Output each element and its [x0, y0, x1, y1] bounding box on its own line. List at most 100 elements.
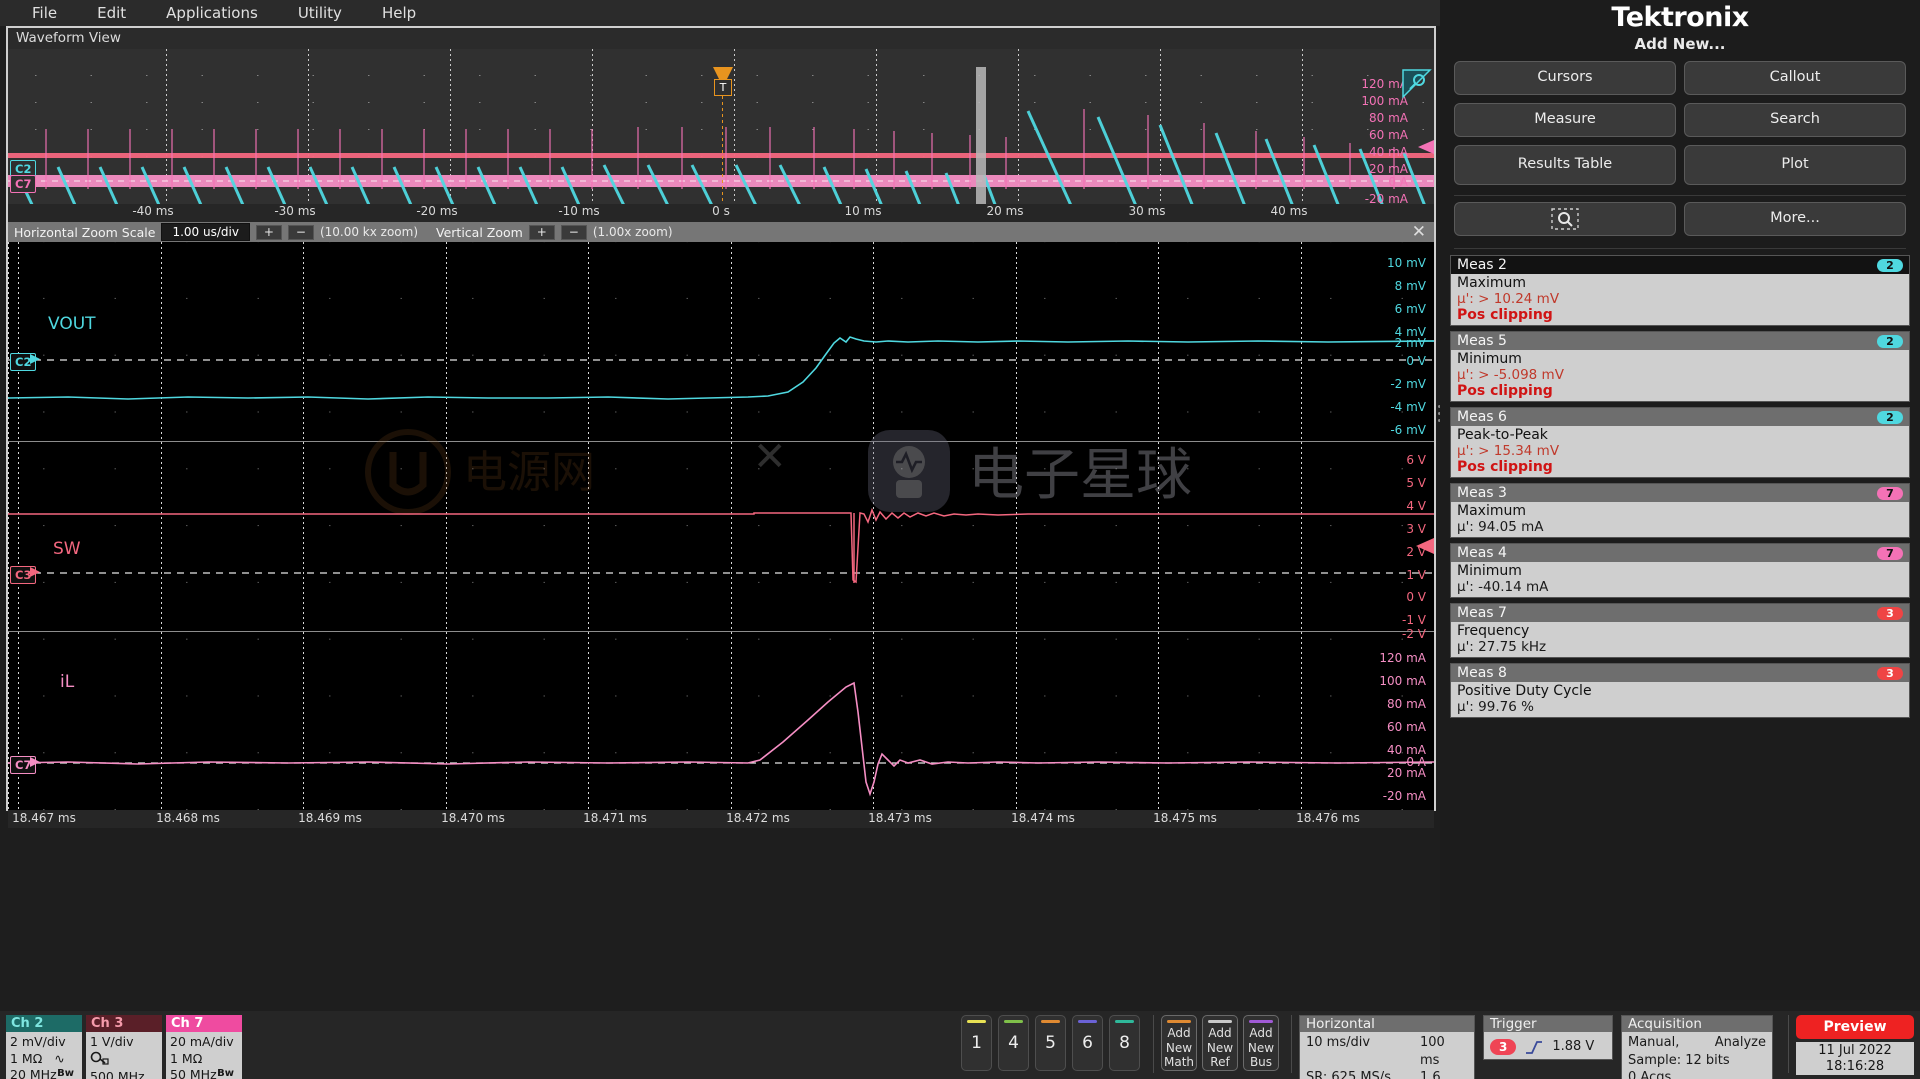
- measurement-header[interactable]: Meas 6 2: [1451, 408, 1909, 426]
- measurement-badge[interactable]: Meas 8 3 Positive Duty Cycle µ': 99.76 %: [1450, 663, 1910, 718]
- channel-button-6[interactable]: 6: [1072, 1015, 1103, 1071]
- measurement-header[interactable]: Meas 4 7: [1451, 544, 1909, 562]
- measurement-header[interactable]: Meas 7 3: [1451, 604, 1909, 622]
- channel-button-label: 8: [1119, 1033, 1130, 1053]
- oscilloscope-app: File Edit Applications Utility Help Wave…: [0, 0, 1920, 1079]
- close-zoom-icon[interactable]: ✕: [1412, 222, 1426, 242]
- il-scale-120ma: 120 mA: [1379, 651, 1426, 665]
- preview-button[interactable]: Preview: [1796, 1015, 1914, 1039]
- overview-scale-120ma: 120 mA: [1361, 77, 1408, 91]
- zoom-tick-label: 18.469 ms: [298, 811, 362, 825]
- measure-button[interactable]: Measure: [1454, 103, 1676, 137]
- vout-scale-neg6mv: -6 mV: [1390, 423, 1426, 437]
- channel-badge-ch3[interactable]: Ch 3 1 V/div 500 MHz: [86, 1015, 162, 1079]
- measurement-source-badge: 7: [1877, 486, 1903, 500]
- zoom-tick-label: 18.473 ms: [868, 811, 932, 825]
- trigger-panel[interactable]: Trigger 3 1.88 V: [1483, 1015, 1613, 1060]
- menu-item-help[interactable]: Help: [362, 2, 436, 24]
- overview-graticule[interactable]: T C2 C7 120 mA 100 mA 80 mA 60 mA 40 mA …: [8, 49, 1434, 204]
- sidebar-divider-2: [1454, 248, 1906, 249]
- zoom-graticule[interactable]: 电源网 ✕ 电子星球 VOUT SW iL C2 C3 C7 10 mV 8 m…: [8, 242, 1434, 810]
- channel-scale: 1 V/div: [90, 1034, 134, 1049]
- more-button[interactable]: More...: [1684, 202, 1906, 236]
- menu-item-applications[interactable]: Applications: [146, 2, 278, 24]
- measurement-header[interactable]: Meas 3 7: [1451, 484, 1909, 502]
- channel-scale: 20 mA/div: [170, 1034, 234, 1049]
- zoom-control-bar: Horizontal Zoom Scale 1.00 us/div + − (1…: [8, 222, 1434, 242]
- horizontal-zoom-scale-value[interactable]: 1.00 us/div: [161, 223, 250, 241]
- acquisition-panel[interactable]: Acquisition Manual, Analyze Sample: 12 b…: [1621, 1015, 1773, 1079]
- zoom-box-icon[interactable]: [1402, 69, 1432, 99]
- search-button[interactable]: Search: [1684, 103, 1906, 137]
- waveform-view-panel: Waveform View T C2 C7 120 mA 100 mA 80 m…: [6, 26, 1436, 828]
- vout-scale-0v: 0 V: [1406, 354, 1426, 368]
- zoom-select-icon-button[interactable]: [1454, 202, 1676, 236]
- channel-button-8[interactable]: 8: [1109, 1015, 1140, 1071]
- zoom-tick-label: 18.471 ms: [583, 811, 647, 825]
- trigger-body: 3 1.88 V: [1484, 1032, 1612, 1059]
- channel-badge-ch2[interactable]: Ch 2 2 mV/div 1 MΩ ∿ 20 MHz Bw: [6, 1015, 82, 1079]
- channel-bandwidth: 500 MHz: [90, 1069, 145, 1079]
- menu-item-edit[interactable]: Edit: [77, 2, 146, 24]
- vout-scale-neg4mv: -4 mV: [1390, 400, 1426, 414]
- measurement-badge[interactable]: Meas 3 7 Maximum µ': 94.05 mA: [1450, 483, 1910, 538]
- overview-marker-c7[interactable]: C7: [10, 175, 37, 193]
- channel-button-1[interactable]: 1: [961, 1015, 992, 1071]
- menu-item-utility[interactable]: Utility: [278, 2, 362, 24]
- horizontal-panel[interactable]: Horizontal 10 ms/div 100 ms SR: 625 MS/s 1…: [1299, 1015, 1475, 1079]
- overview-scale-0a: 0 A: [1388, 175, 1408, 189]
- measurement-header[interactable]: Meas 8 3: [1451, 664, 1909, 682]
- channel-color-bar: [1041, 1020, 1060, 1023]
- channel-badge-ch7[interactable]: Ch 7 20 mA/div 1 MΩ 50 MHz Bw: [166, 1015, 242, 1079]
- zoom-tick-label: 18.468 ms: [156, 811, 220, 825]
- measurement-source-badge: 3: [1877, 666, 1903, 680]
- zoom-tick-label: 18.475 ms: [1153, 811, 1217, 825]
- channel-button-5[interactable]: 5: [1035, 1015, 1066, 1071]
- zoom-region-indicator[interactable]: [976, 67, 986, 204]
- measurement-id: Meas 4: [1457, 545, 1507, 561]
- measurement-source-badge: 3: [1877, 606, 1903, 620]
- callout-button[interactable]: Callout: [1684, 61, 1906, 95]
- channel-color-bar: [967, 1020, 986, 1023]
- measurement-badge[interactable]: Meas 6 2 Peak-to-Peak µ': > 15.34 mV Pos…: [1450, 407, 1910, 478]
- sw-scale-4v: 4 V: [1406, 499, 1426, 513]
- measurement-badge-list: Meas 2 2 Maximum µ': > 10.24 mV Pos clip…: [1440, 255, 1920, 718]
- overview-scale-40ma: 40 mA: [1369, 145, 1408, 159]
- add-new-bus-button[interactable]: Add New Bus: [1243, 1015, 1279, 1071]
- trigger-marker-badge[interactable]: T: [714, 79, 732, 96]
- ac-coupling-icon: ∿: [54, 1050, 65, 1066]
- overview-tick-label: -30 ms: [274, 204, 316, 218]
- channel-button-4[interactable]: 4: [998, 1015, 1029, 1071]
- measurement-header[interactable]: Meas 2 2: [1451, 256, 1909, 274]
- add-new-math-button[interactable]: Add New Math: [1161, 1015, 1197, 1071]
- vertical-zoom-minus-button[interactable]: −: [560, 224, 587, 240]
- measurement-header[interactable]: Meas 5 2: [1451, 332, 1909, 350]
- plot-button[interactable]: Plot: [1684, 145, 1906, 185]
- overview-tick-label: -20 ms: [416, 204, 458, 218]
- add-new-ref-button[interactable]: Add New Ref: [1202, 1015, 1238, 1071]
- acquisition-body: Manual, Analyze Sample: 12 bits 0 Acqs: [1622, 1032, 1772, 1079]
- horizontal-sample-rate: SR: 625 MS/s: [1306, 1070, 1391, 1079]
- horizontal-zoom-minus-button[interactable]: −: [287, 224, 314, 240]
- waveform-label-vout: VOUT: [48, 314, 96, 334]
- sidebar-divider: [1454, 195, 1906, 196]
- menu-item-file[interactable]: File: [12, 2, 77, 24]
- acquisition-title: Acquisition: [1622, 1016, 1772, 1032]
- channel-badge-body: 2 mV/div 1 MΩ ∿ 20 MHz Bw: [6, 1032, 82, 1079]
- horizontal-zoom-plus-button[interactable]: +: [255, 224, 282, 240]
- overview-tick-label: 20 ms: [986, 204, 1024, 218]
- measurement-badge[interactable]: Meas 4 7 Minimum µ': -40.14 mA: [1450, 543, 1910, 598]
- measurement-body: Maximum µ': 94.05 mA: [1451, 502, 1909, 537]
- add-new-math-label: Add New Math: [1163, 1026, 1195, 1070]
- measurement-badge[interactable]: Meas 7 3 Frequency µ': 27.75 kHz: [1450, 603, 1910, 658]
- measurement-badge[interactable]: Meas 5 2 Minimum µ': > -5.098 mV Pos cli…: [1450, 331, 1910, 402]
- measurement-value: µ': > 10.24 mV: [1457, 291, 1560, 307]
- vertical-zoom-plus-button[interactable]: +: [528, 224, 555, 240]
- measurement-badge[interactable]: Meas 2 2 Maximum µ': > 10.24 mV Pos clip…: [1450, 255, 1910, 326]
- overview-tick-label: 10 ms: [844, 204, 882, 218]
- cursors-button[interactable]: Cursors: [1454, 61, 1676, 95]
- results-table-button[interactable]: Results Table: [1454, 145, 1676, 185]
- date-text: 11 Jul 2022: [1818, 1043, 1892, 1058]
- horizontal-body: 10 ms/div100 ms SR: 625 MS/s1.6 ns/pt RL…: [1300, 1032, 1474, 1079]
- measurement-body: Frequency µ': 27.75 kHz: [1451, 622, 1909, 657]
